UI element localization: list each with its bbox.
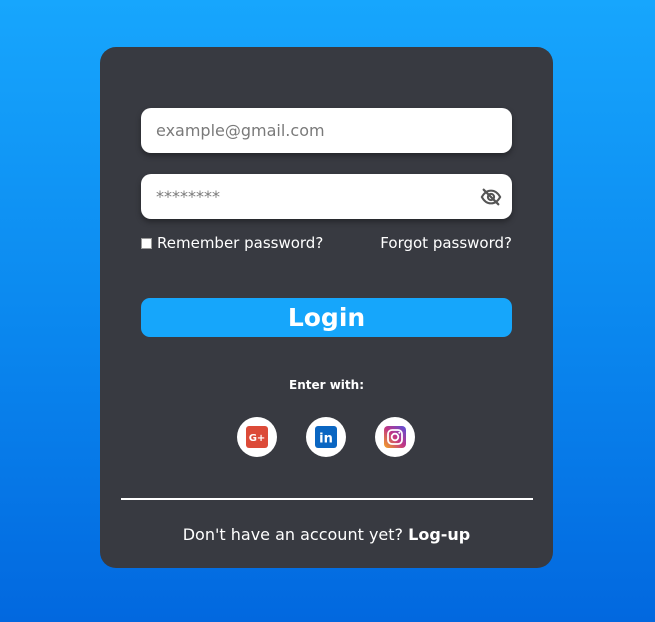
linkedin-button[interactable]: in bbox=[306, 417, 346, 457]
instagram-icon bbox=[384, 426, 406, 448]
google-plus-icon: G+ bbox=[246, 426, 268, 448]
google-plus-button[interactable]: G+ bbox=[237, 417, 277, 457]
options-row: Remember password? Forgot password? bbox=[141, 234, 512, 254]
email-input[interactable] bbox=[141, 108, 512, 153]
email-field[interactable] bbox=[141, 108, 512, 153]
signup-link[interactable]: Log-up bbox=[408, 525, 470, 544]
linkedin-glyph: in bbox=[319, 432, 333, 447]
remember-checkbox[interactable] bbox=[141, 237, 152, 249]
login-card: Remember password? Forgot password? Logi… bbox=[100, 47, 553, 568]
divider bbox=[121, 498, 533, 500]
password-input[interactable] bbox=[141, 174, 512, 219]
remember-password[interactable]: Remember password? bbox=[141, 234, 323, 252]
instagram-button[interactable] bbox=[375, 417, 415, 457]
forgot-password-link[interactable]: Forgot password? bbox=[380, 234, 512, 252]
password-field[interactable] bbox=[141, 174, 512, 219]
signup-prompt: Don't have an account yet? bbox=[182, 525, 404, 544]
eye-off-icon[interactable] bbox=[480, 186, 502, 208]
signup-row: Don't have an account yet? Log-up bbox=[100, 525, 553, 544]
remember-label: Remember password? bbox=[157, 234, 324, 252]
google-plus-glyph: G+ bbox=[249, 433, 266, 444]
enter-with-label: Enter with: bbox=[289, 378, 364, 392]
login-button[interactable]: Login bbox=[141, 298, 512, 337]
linkedin-icon: in bbox=[315, 426, 337, 448]
